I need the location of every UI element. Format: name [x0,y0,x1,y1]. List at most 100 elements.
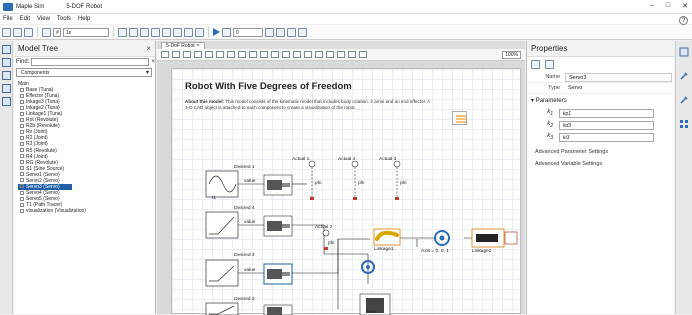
desired3-source-block[interactable] [205,259,239,287]
image-icon[interactable] [238,51,246,58]
properties-tab-icon[interactable] [531,60,540,69]
name-field[interactable]: Servo3 [565,72,672,82]
close-tab-icon[interactable]: × [197,43,200,49]
parent-icon[interactable] [161,51,169,58]
text-tool-icon[interactable] [42,27,51,37]
expand-icon[interactable] [20,105,24,110]
linkage2-block[interactable] [471,228,505,248]
desired2-source-block[interactable] [205,302,239,315]
effector-block[interactable] [504,231,518,245]
paste-icon[interactable] [140,27,149,37]
linkage1-block[interactable] [373,228,401,246]
param-k3-field[interactable]: ki3 [559,132,654,142]
library-icon[interactable] [2,45,11,54]
expand-icon[interactable] [20,184,24,189]
rectangle-icon[interactable] [216,51,224,58]
properties-icon[interactable] [679,47,689,57]
grid-view-icon[interactable] [679,119,689,129]
stop-icon[interactable] [222,27,231,37]
minimize-button[interactable]: – [650,2,654,10]
parameters-icon[interactable] [2,84,11,93]
expand-icon[interactable] [20,136,24,141]
zoom-level[interactable]: 100% [502,50,521,59]
maximize-button[interactable]: □ [666,2,670,10]
expand-icon[interactable] [20,87,24,92]
color-icon[interactable] [260,51,268,58]
fit-icon[interactable] [337,51,345,58]
font-size-field[interactable]: 1x [63,27,109,37]
find-input[interactable] [31,58,150,66]
new-file-icon[interactable] [2,27,11,37]
expand-icon[interactable] [20,124,24,128]
open-file-icon[interactable] [13,27,22,37]
param-k1-field[interactable]: kp1 [559,108,654,118]
text-icon[interactable] [194,51,202,58]
rotate-diagram-icon[interactable] [359,51,367,58]
expand-icon[interactable] [20,166,24,171]
parameters-header[interactable]: ▾ Parameters [527,94,674,107]
expand-icon[interactable] [20,130,24,135]
clear-search-icon[interactable]: × [151,59,155,65]
tree-item[interactable]: visualization (Visualization) [18,208,155,214]
undo-icon[interactable] [151,27,160,37]
snapshot-icon[interactable] [276,27,285,37]
help-icon[interactable]: ? [679,16,688,25]
expand-icon[interactable] [20,111,24,116]
save-icon[interactable] [24,27,33,37]
expand-icon[interactable] [20,99,24,104]
advanced-variable-settings[interactable]: Advanced Variable Settings [527,155,674,167]
tools-icon[interactable] [679,95,689,105]
flip-icon[interactable] [184,27,193,37]
menu-help[interactable]: Help [78,16,90,22]
expand-icon[interactable] [20,117,24,122]
menu-view[interactable]: View [37,16,50,22]
revolute-joint[interactable] [434,230,450,246]
expand-icon[interactable] [20,93,24,98]
copy-icon[interactable] [129,27,138,37]
pan-icon[interactable] [183,51,191,58]
filter-dropdown[interactable]: Components [16,68,152,77]
expand-icon[interactable] [20,142,24,147]
expand-icon[interactable] [20,208,24,213]
servo1-block[interactable] [263,174,293,196]
param-k2-field[interactable]: kd3 [559,120,654,130]
zoom-in-icon[interactable] [315,51,323,58]
redo-icon[interactable] [162,27,171,37]
model-tree-icon[interactable] [2,58,11,67]
menu-tools[interactable]: Tools [57,16,71,22]
simulation-time-field[interactable]: 0 [233,27,263,37]
italic-icon[interactable] [304,51,312,58]
route-icon[interactable] [348,51,356,58]
servo4-block[interactable] [263,215,293,237]
wrench-icon[interactable] [679,71,689,81]
expand-icon[interactable] [20,154,24,159]
select-icon[interactable] [172,51,180,58]
line-icon[interactable] [205,51,213,58]
align-icon[interactable] [195,27,204,37]
grid-icon[interactable] [249,51,257,58]
list-view-icon[interactable] [545,60,554,69]
expand-icon[interactable] [20,196,24,201]
expand-icon[interactable] [20,160,24,165]
cut-icon[interactable] [118,27,127,37]
settings-icon[interactable] [265,27,274,37]
bold-icon[interactable] [293,51,301,58]
document-tab[interactable]: 5-DoF Robot × [161,42,205,49]
plot-icon[interactable] [298,27,307,37]
rotate-icon[interactable] [173,27,182,37]
fill-icon[interactable] [271,51,279,58]
menu-file[interactable]: File [3,16,13,22]
menu-edit[interactable]: Edit [20,16,30,22]
ellipse-icon[interactable] [227,51,235,58]
close-panel-icon[interactable]: × [146,44,151,53]
expand-icon[interactable] [20,148,24,153]
clip-icon[interactable] [2,97,11,106]
desired4-source-block[interactable] [205,211,239,239]
expand-icon[interactable] [20,178,24,183]
attachments-icon[interactable] [2,71,11,80]
expand-icon[interactable] [20,172,24,177]
probe-icon[interactable] [287,27,296,37]
close-button[interactable]: ✕ [682,2,688,10]
advanced-parameter-settings[interactable]: Advanced Parameter Settings [527,143,674,155]
diagram-canvas[interactable]: Robot With Five Degrees of Freedom About… [171,68,521,315]
